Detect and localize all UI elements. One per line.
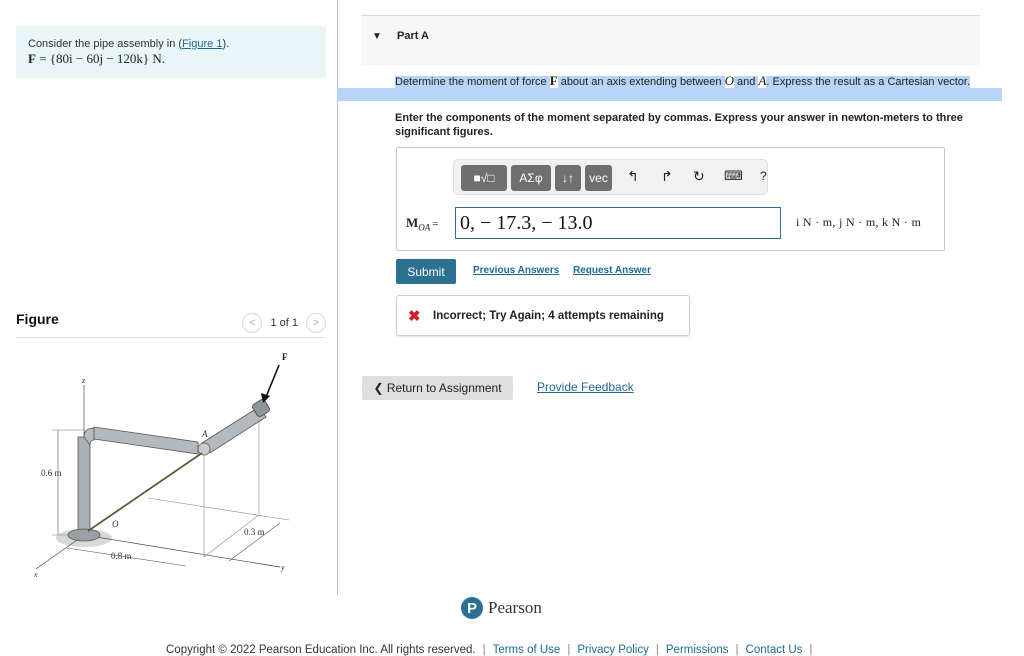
label-z: z [81,376,86,385]
pearson-brand: P Pearson [461,597,542,619]
vector-button[interactable]: vec [585,165,612,191]
footer-separator: | [735,644,739,656]
sort-button[interactable]: ↓↑ [555,165,581,191]
footer-separator: | [567,644,571,656]
selection-highlight [337,88,1002,101]
chevron-right-icon: > [312,317,320,329]
figure-pager: < 1 of 1 > [242,313,326,333]
submit-button[interactable]: Submit [396,259,456,284]
force-arrow-shaft [265,364,280,398]
horizontal-pipe [93,426,199,455]
label-x: x [33,570,38,579]
contact-us-link[interactable]: Contact Us [746,644,803,656]
feedback-message: ✖ Incorrect; Try Again; 4 attempts remai… [396,295,690,336]
base-flange [67,528,101,542]
greek-icon: ΑΣφ [519,171,543,185]
footer-separator: | [482,644,486,656]
label-length: 0.8 m [111,551,132,561]
vertical-pipe [77,436,91,536]
footer-separator: | [809,644,813,656]
reset-icon[interactable]: ↻ [693,168,705,185]
problem-statement: Consider the pipe assembly in (Figure 1)… [16,26,326,78]
force-vector: F = {80i − 60j − 120k} N. [28,51,166,66]
keyboard-icon[interactable]: ⌨ [724,168,743,184]
guide-line-back [147,497,290,521]
return-to-assignment-button[interactable]: ❮ Return to Assignment [362,376,513,400]
answer-input[interactable]: 0, − 17.3, − 13.0 [455,207,781,239]
redo-icon[interactable]: ↱ [661,168,673,185]
label-offset: 0.3 m [244,527,265,537]
figure-next-button[interactable]: > [306,313,326,333]
terms-of-use-link[interactable]: Terms of Use [493,644,561,656]
footer-separator: | [655,644,659,656]
figure-header: Figure < 1 of 1 > [16,306,326,338]
label-height: 0.6 m [41,468,62,478]
sort-arrows-icon: ↓↑ [562,171,574,185]
provide-feedback-link[interactable]: Provide Feedback [537,380,634,394]
figure-prev-button[interactable]: < [242,313,263,333]
pipe-assembly-figure: F z x y O A 0.6 m 0.8 m 0.3 m [33,352,290,579]
part-a-header[interactable]: ▼ Part A [361,15,980,65]
undo-icon[interactable]: ↰ [627,168,639,185]
label-a: A [201,429,208,439]
help-icon[interactable]: ? [760,169,767,183]
figure-link[interactable]: Figure 1 [182,38,222,50]
templates-icon: ■√□ [473,171,495,185]
templates-button[interactable]: ■√□ [461,165,507,191]
math-toolbar: ■√□ ΑΣφ ↓↑ vec ↰ ↱ ↻ ⌨ ? [453,159,768,195]
pearson-name: Pearson [488,598,542,617]
answer-label: MOA = [406,215,439,233]
figure-title: Figure [16,311,59,327]
privacy-policy-link[interactable]: Privacy Policy [577,644,649,656]
question-text: Determine the moment of force F about an… [395,73,971,88]
label-o: O [112,519,119,529]
permissions-link[interactable]: Permissions [666,644,729,656]
footer: Copyright © 2022 Pearson Education Inc. … [166,644,812,656]
greek-symbols-button[interactable]: ΑΣφ [511,165,551,191]
part-title: Part A [397,30,429,42]
figure-count: 1 of 1 [270,317,298,329]
copyright-text: Copyright © 2022 Pearson Education Inc. … [166,644,476,656]
joint-a [197,442,211,456]
feedback-text: Incorrect; Try Again; 4 attempts remaini… [433,310,664,322]
chevron-left-icon: < [249,317,256,329]
problem-intro: Consider the pipe assembly in (Figure 1)… [28,38,230,50]
label-y: y [280,563,285,572]
axis-oa [87,452,203,532]
previous-answers-link[interactable]: Previous Answers [473,265,559,276]
error-x-icon: ✖ [408,308,421,325]
vec-icon: vec [589,171,608,185]
pearson-logo-icon: P [461,597,483,619]
request-answer-link[interactable]: Request Answer [573,265,651,276]
label-f: F [282,352,288,362]
answer-instructions: Enter the components of the moment separ… [395,112,963,138]
answer-units: i N · m, j N · m, k N · m [796,215,922,229]
answer-panel: ■√□ ΑΣφ ↓↑ vec ↰ ↱ ↻ ⌨ ? MOA = 0, − 17.3,… [396,147,945,251]
caret-down-icon[interactable]: ▼ [372,31,382,42]
